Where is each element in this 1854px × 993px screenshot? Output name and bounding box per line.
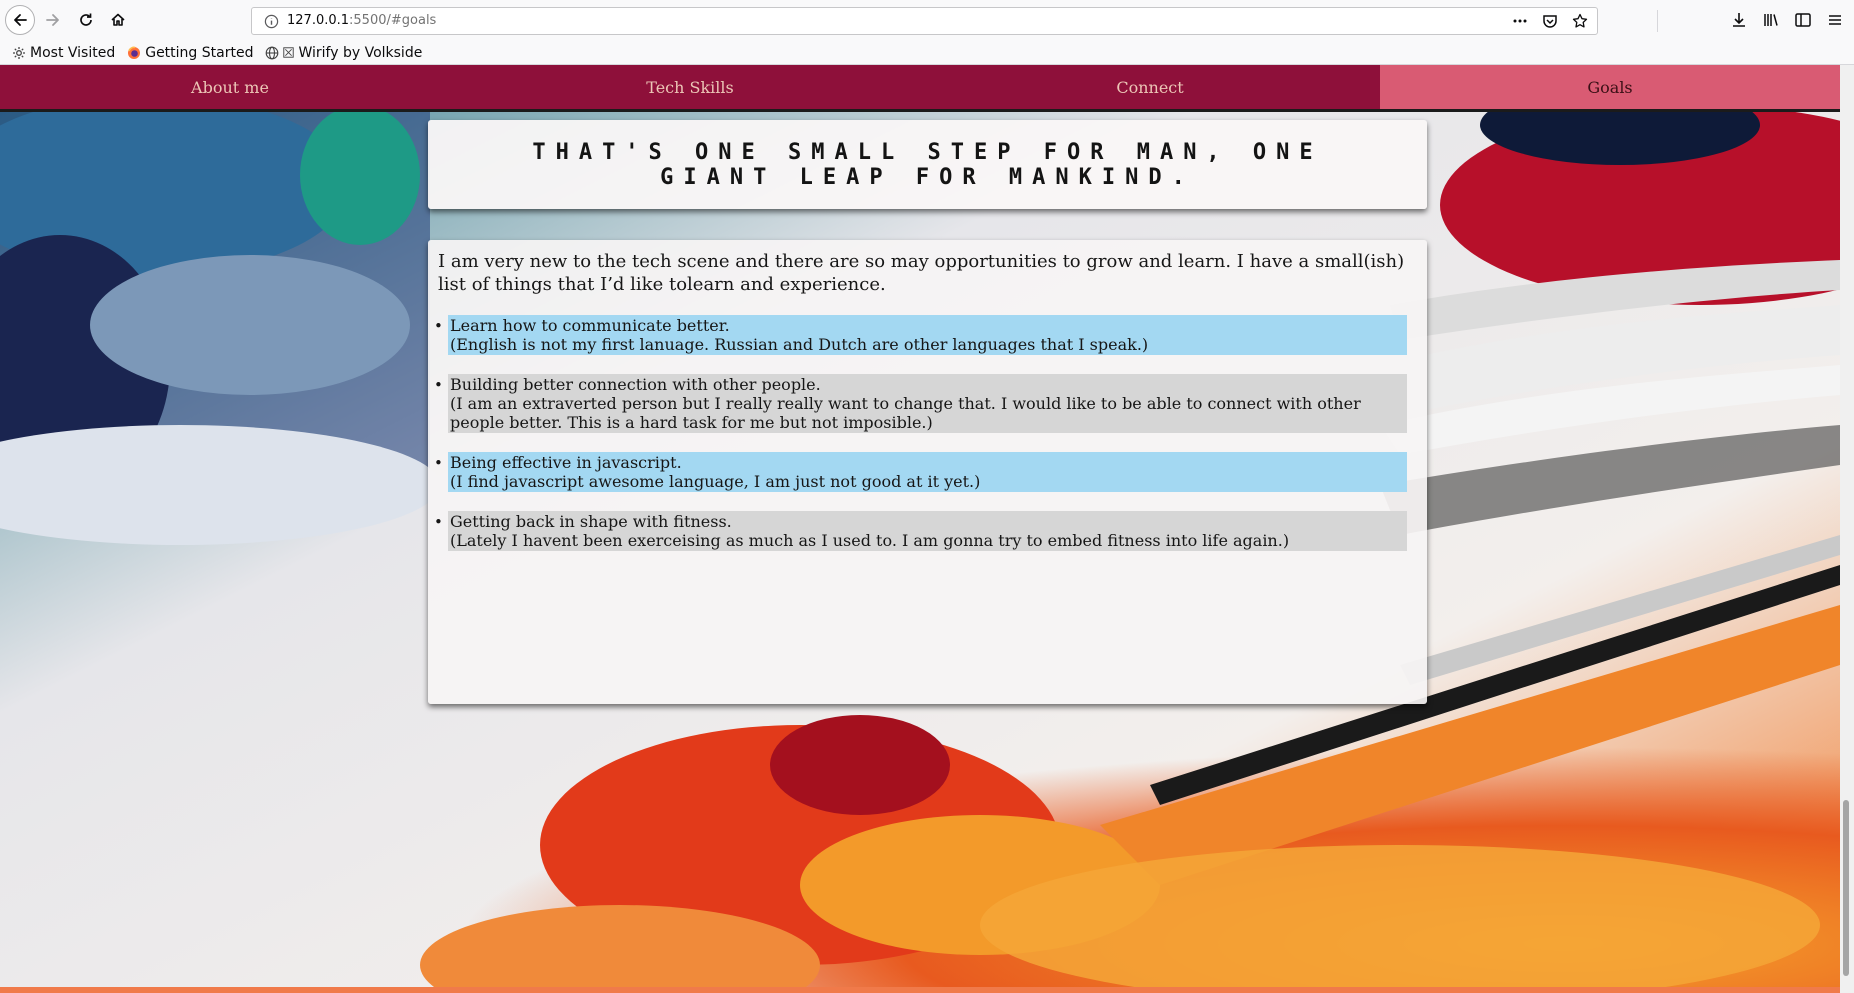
reload-button[interactable] (72, 6, 100, 34)
goal-item: Getting back in shape with fitness. (Lat… (434, 511, 1407, 551)
url-host: 127.0.0.1 (287, 13, 350, 28)
toolbar-divider (1657, 10, 1658, 32)
menu-button[interactable] (1826, 11, 1844, 29)
library-button[interactable] (1762, 11, 1780, 29)
star-icon (1572, 13, 1588, 28)
goal-title: Learn how to communicate better. (450, 316, 730, 335)
gear-icon (13, 46, 25, 59)
quote-card: That's one small step for man, one giant… (428, 120, 1427, 209)
scrollbar-thumb[interactable] (1843, 800, 1849, 976)
info-icon[interactable] (264, 14, 279, 29)
bookmark-star-button[interactable] (1571, 12, 1589, 30)
nav-tab-connect[interactable]: Connect (920, 65, 1380, 109)
sidebar-icon (1795, 13, 1811, 27)
forward-button[interactable] (39, 6, 67, 34)
goal-detail: (I find javascript awesome language, I a… (450, 472, 981, 491)
pocket-icon (1543, 15, 1557, 28)
bookmark-label: Getting Started (145, 44, 254, 61)
goal-item: Being effective in javascript. (I find j… (434, 452, 1407, 492)
download-icon (1733, 13, 1745, 27)
wirify-box-icon (283, 47, 295, 58)
more-horizontal-icon (1513, 19, 1527, 23)
url-text[interactable]: 127.0.0.1:5500/#goals (287, 13, 436, 28)
footer-strip (0, 987, 1840, 993)
page-actions-button[interactable] (1511, 12, 1529, 30)
arrow-right-icon (46, 14, 59, 26)
goal-item: Learn how to communicate better. (Englis… (434, 315, 1407, 355)
page-viewport: About me Tech Skills Connect Goals That'… (0, 65, 1840, 993)
bookmark-label: Most Visited (30, 44, 116, 61)
bookmarks-toolbar: Most Visited Getting Started Wirify by V… (0, 41, 1854, 65)
bookmark-most-visited[interactable]: Most Visited (12, 45, 115, 61)
goal-item: Building better connection with other pe… (434, 374, 1407, 433)
sidebar-button[interactable] (1794, 11, 1812, 29)
quote-text: That's one small step for man, one giant… (532, 139, 1323, 190)
arrow-left-icon (14, 14, 27, 26)
bookmark-getting-started[interactable]: Getting Started (127, 45, 253, 61)
home-icon (111, 13, 125, 26)
address-bar[interactable]: 127.0.0.1:5500/#goals (251, 7, 1598, 35)
goals-list: Learn how to communicate better. (Englis… (434, 315, 1407, 551)
browser-toolbar: 127.0.0.1:5500/#goals (0, 0, 1854, 41)
nav-tab-about-me[interactable]: About me (0, 65, 460, 109)
bookmark-label: Wirify by Volkside (298, 44, 423, 61)
goal-detail: (English is not my first lanuage. Russia… (450, 335, 1149, 354)
goal-title: Building better connection with other pe… (450, 375, 821, 394)
firefox-icon (128, 46, 141, 59)
toolbar-right-tools (1730, 11, 1844, 29)
site-nav: About me Tech Skills Connect Goals (0, 65, 1840, 112)
url-actions (1511, 12, 1589, 30)
goal-detail: (I am an extraverted person but I really… (450, 394, 1361, 432)
goals-intro: I am very new to the tech scene and ther… (438, 251, 1405, 295)
globe-icon (266, 46, 279, 59)
hamburger-menu-icon (1829, 15, 1841, 25)
url-path: :5500/#goals (349, 13, 437, 28)
home-button[interactable] (104, 6, 132, 34)
goal-detail: (Lately I havent been exerceising as muc… (450, 531, 1290, 550)
goals-card: I am very new to the tech scene and ther… (428, 240, 1427, 704)
library-icon (1764, 14, 1778, 26)
nav-tab-goals[interactable]: Goals (1380, 65, 1840, 109)
downloads-button[interactable] (1730, 11, 1748, 29)
back-button[interactable] (5, 5, 35, 35)
nav-tab-tech-skills[interactable]: Tech Skills (460, 65, 920, 109)
bookmark-wirify[interactable]: Wirify by Volkside (265, 45, 422, 61)
goal-title: Getting back in shape with fitness. (450, 512, 732, 531)
goal-title: Being effective in javascript. (450, 453, 682, 472)
reload-icon (80, 13, 92, 26)
pocket-button[interactable] (1541, 12, 1559, 30)
